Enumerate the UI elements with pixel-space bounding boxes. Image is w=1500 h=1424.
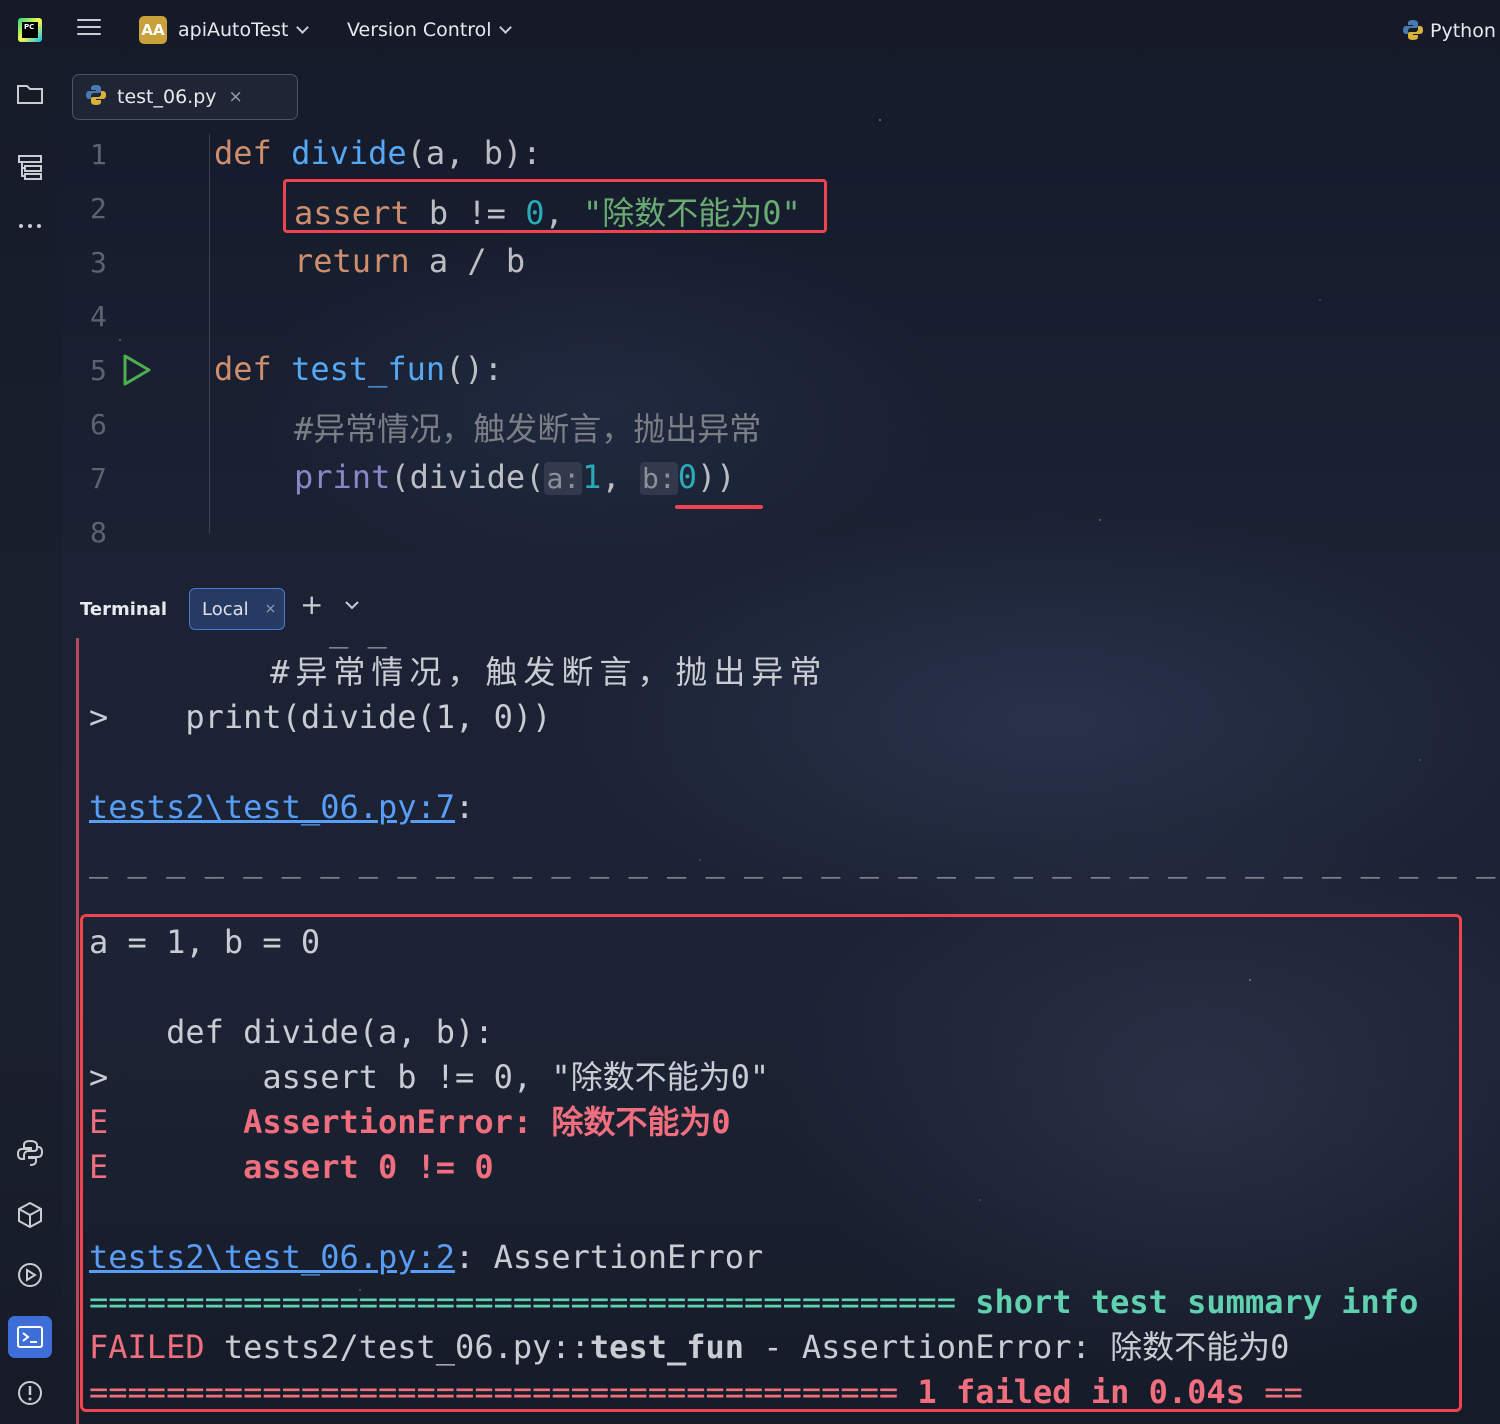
version-control-menu[interactable]: Version Control [347, 19, 512, 41]
project-name: apiAutoTest [178, 19, 289, 41]
code-line-1: 1 def divide(a, b): [62, 126, 1500, 180]
main-menu-icon[interactable] [77, 19, 101, 41]
code-line-4: 4 [62, 288, 1500, 342]
highlight-underline-zero [675, 505, 763, 509]
tab-label: test_06.py [117, 86, 217, 108]
editor-tab-bar: test_06.py × [62, 64, 1500, 126]
line-number: 3 [90, 246, 107, 279]
line-number: 1 [90, 138, 107, 171]
terminal-title: Terminal [80, 599, 168, 620]
code-text: def divide(a, b): [214, 134, 542, 172]
project-switcher[interactable]: apiAutoTest [178, 19, 309, 41]
project-folder-icon[interactable] [15, 78, 45, 108]
code-line-3: 3 return a / b [62, 234, 1500, 288]
code-text: return a / b [294, 242, 526, 280]
line-number: 6 [90, 408, 107, 441]
close-icon[interactable]: × [265, 601, 277, 617]
terminal-tab-label: Local [202, 598, 249, 620]
param-hint-b: b: [639, 462, 678, 495]
run-test-icon[interactable] [121, 353, 153, 387]
terminal-header: Terminal Local × + [62, 580, 1500, 638]
terminal-dropdown-icon[interactable] [344, 596, 360, 615]
code-text: def test_fun(): [214, 350, 503, 388]
tab-test-06-py[interactable]: test_06.py × [72, 74, 298, 120]
python-icon [1402, 19, 1424, 46]
python-interpreter-selector[interactable]: Python [1402, 19, 1496, 46]
close-icon[interactable]: × [229, 87, 243, 107]
left-tool-strip [0, 64, 62, 1424]
term-line-dashes: _ _ _ _ _ _ _ _ _ _ _ _ _ _ _ _ _ _ _ _ … [89, 841, 1500, 879]
code-line-7: 7 print(divide(a:1, b:0)) [62, 450, 1500, 504]
python-file-icon [85, 84, 107, 110]
title-bar: PC AA apiAutoTest Version Control Python [0, 0, 1500, 64]
new-terminal-button[interactable]: + [300, 588, 323, 621]
problems-icon[interactable] [15, 1378, 45, 1408]
term-line-comment: #异常情况，触发断言，抛出异常 [169, 653, 828, 691]
line-number: 7 [90, 462, 107, 495]
project-badge[interactable]: AA [139, 16, 167, 44]
version-control-label: Version Control [347, 19, 492, 41]
python-console-icon[interactable] [15, 1138, 45, 1168]
code-line-5: 5 def test_fun(): [62, 342, 1500, 396]
terminal-tool-icon[interactable] [8, 1316, 52, 1358]
term-line-location-1: tests2\test_06.py:7: [89, 788, 475, 826]
structure-icon[interactable] [15, 152, 45, 182]
code-comment: #异常情况，触发断言，抛出异常 [294, 410, 762, 448]
line-number: 2 [90, 192, 107, 225]
code-text: print(divide(a:1, b:0)) [294, 458, 736, 496]
highlight-box-assert [283, 179, 827, 233]
code-line-8: 8 [62, 504, 1500, 558]
services-icon[interactable] [15, 1260, 45, 1290]
highlight-box-error-output [80, 914, 1462, 1412]
chevron-down-icon [295, 21, 309, 34]
line-number: 4 [90, 300, 107, 333]
code-line-6: 6 #异常情况，触发断言，抛出异常 [62, 396, 1500, 450]
terminal-tab-local[interactable]: Local × [189, 588, 285, 630]
chevron-down-icon [498, 21, 512, 34]
pycharm-logo-icon[interactable]: PC [18, 18, 42, 42]
file-link[interactable]: tests2\test_06.py:7 [89, 788, 455, 826]
term-line-print: > print(divide(1, 0)) [89, 698, 552, 736]
line-number: 8 [90, 516, 107, 549]
terminal-gutter-bar [76, 638, 79, 1424]
param-hint-a: a: [544, 462, 583, 495]
more-tools-icon[interactable] [15, 210, 45, 240]
interpreter-label: Python [1430, 20, 1496, 42]
python-packages-icon[interactable] [15, 1200, 45, 1230]
